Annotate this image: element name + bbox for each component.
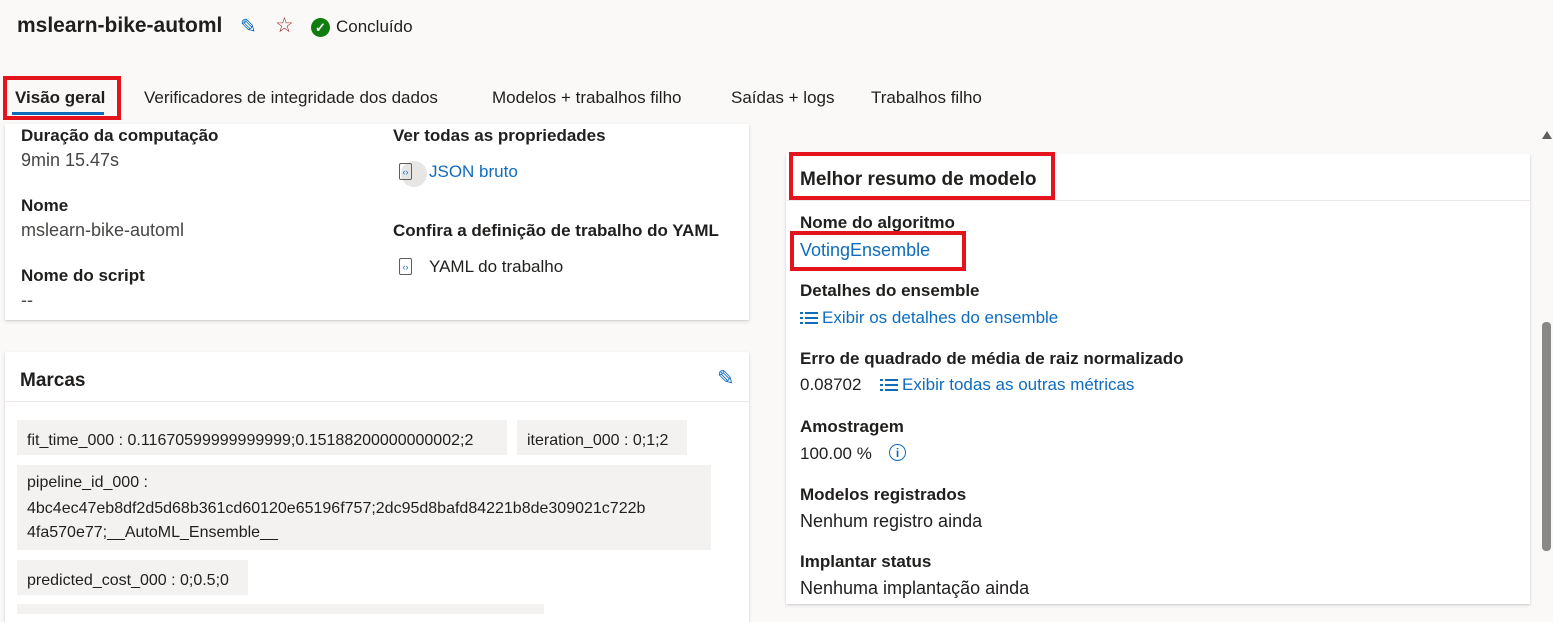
ensemble-link-text[interactable]: Exibir os detalhes do ensemble — [822, 308, 1058, 328]
script-label: Nome do script — [21, 266, 145, 285]
tag-item: fit_time_000 : 0.11670599999999999;0.151… — [17, 420, 507, 455]
tag-item-partial — [17, 604, 544, 614]
tab-overview[interactable]: Visão geral — [15, 88, 105, 108]
tags-divider — [5, 401, 749, 402]
status-text: Concluído — [336, 17, 413, 36]
page-title: mslearn-bike-automl — [17, 14, 223, 37]
list-icon — [880, 379, 898, 391]
edit-tags-pencil-icon[interactable]: ✎ — [717, 366, 735, 391]
sampling-value: 100.00 % — [800, 444, 872, 463]
document-code-icon: ‹› — [399, 163, 412, 181]
tag-line: 4bc4ec47eb8df2d5d68b361cd60120e65196f757… — [27, 500, 646, 517]
name-value: mslearn-bike-automl — [21, 220, 185, 240]
scrollbar-thumb[interactable] — [1542, 322, 1551, 551]
list-icon — [800, 312, 818, 324]
all-metrics-link-text[interactable]: Exibir todas as outras métricas — [902, 375, 1134, 395]
all-properties-label: Ver todas as propriedades — [393, 126, 606, 145]
tag-item: predicted_cost_000 : 0;0.5;0 — [17, 560, 248, 595]
compute-duration-label: Duração da computação — [21, 126, 219, 145]
tag-line: 4fa570e77;__AutoML_Ensemble__ — [27, 524, 278, 541]
best-model-divider — [786, 200, 1530, 201]
yaml-definition-label: Confira a definição de trabalho do YAML — [393, 221, 719, 240]
tab-data-guardrails[interactable]: Verificadores de integridade dos dados — [144, 88, 438, 108]
all-metrics-link[interactable]: Exibir todas as outras métricas — [880, 375, 1134, 395]
ensemble-label: Detalhes do ensemble — [800, 281, 980, 300]
tab-child-jobs[interactable]: Trabalhos filho — [871, 88, 982, 108]
star-icon[interactable]: ☆ — [275, 13, 294, 38]
best-model-title: Melhor resumo de modelo — [800, 169, 1037, 190]
ensemble-details-link[interactable]: Exibir os detalhes do ensemble — [800, 308, 1058, 328]
tag-line: pipeline_id_000 : — [27, 474, 148, 491]
tab-outputs-logs[interactable]: Saídas + logs — [731, 88, 835, 108]
deploy-status-value: Nenhuma implantação ainda — [800, 578, 1030, 598]
algorithm-label: Nome do algoritmo — [800, 213, 955, 232]
yaml-job-link[interactable]: YAML do trabalho — [429, 257, 563, 277]
tag-item-pipeline: pipeline_id_000 : 4bc4ec47eb8df2d5d68b36… — [17, 465, 711, 550]
compute-duration-value: 9min 15.47s — [21, 150, 120, 170]
raw-json-link[interactable]: JSON bruto — [429, 162, 518, 182]
pencil-icon[interactable]: ✎ — [240, 14, 257, 39]
registered-models-value: Nenhum registro ainda — [800, 511, 983, 531]
status-badge: ✓ Concluído — [311, 17, 413, 37]
active-tab-indicator — [12, 112, 104, 115]
tab-models-child-jobs[interactable]: Modelos + trabalhos filho — [492, 88, 681, 108]
registered-models-label: Modelos registrados — [800, 485, 967, 504]
sampling-label: Amostragem — [800, 417, 904, 436]
scrollbar[interactable] — [1540, 131, 1553, 610]
deploy-status-label: Implantar status — [800, 552, 932, 571]
tags-title: Marcas — [20, 370, 86, 391]
script-value: -- — [21, 290, 33, 310]
check-circle-icon: ✓ — [311, 17, 330, 37]
info-icon[interactable]: i — [889, 444, 906, 461]
name-label: Nome — [21, 196, 69, 215]
metric-label: Erro de quadrado de média de raiz normal… — [800, 349, 1184, 368]
metric-value: 0.08702 — [800, 375, 862, 394]
tag-item: iteration_000 : 0;1;2 — [517, 420, 687, 455]
document-code-icon: ‹› — [399, 258, 412, 276]
algorithm-link[interactable]: VotingEnsemble — [800, 240, 930, 261]
scroll-up-arrow-icon[interactable] — [1542, 131, 1552, 139]
